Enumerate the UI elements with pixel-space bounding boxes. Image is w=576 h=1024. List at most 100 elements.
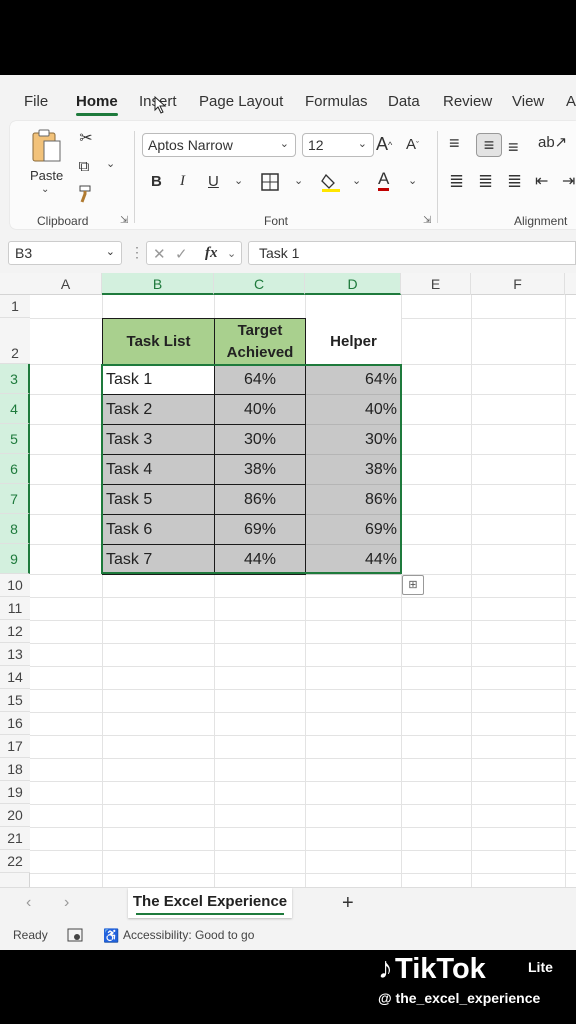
column-header-a[interactable]: A [30,273,102,295]
target-achieved-cell[interactable]: 30% [214,424,306,455]
menu-review[interactable]: Review [443,93,492,110]
align-bottom-icon[interactable]: ≡ [508,137,519,158]
decrease-font-size-button[interactable]: Aˇ [406,136,419,153]
target-achieved-cell[interactable]: 44% [214,544,306,575]
italic-button[interactable]: I [180,173,185,190]
task-name-cell[interactable]: Task 1 [102,364,215,395]
underline-button[interactable]: U [208,173,219,190]
decrease-indent-icon[interactable]: ⇤ [535,171,548,191]
enter-icon[interactable]: ✓ [175,245,188,263]
helper-cell[interactable]: 69% [306,514,401,545]
table-header-task-list[interactable]: Task List [102,318,215,365]
row-header[interactable]: 10 [0,574,30,597]
menu-data[interactable]: Data [388,93,420,110]
row-header[interactable]: 14 [0,666,30,689]
increase-font-size-button[interactable]: A ^ [376,134,392,155]
helper-cell[interactable]: 38% [306,454,401,485]
cut-icon[interactable]: ✂ [76,127,96,149]
row-header[interactable]: 13 [0,643,30,666]
row-header[interactable]: 9 [0,544,30,574]
row-header[interactable]: 4 [0,394,30,424]
target-achieved-cell[interactable]: 40% [214,394,306,425]
row-header[interactable]: 21 [0,827,30,850]
clipboard-launcher-icon[interactable]: ⇲ [120,215,128,226]
formula-input[interactable]: Task 1 [248,241,576,265]
chevron-right-icon[interactable]: › [64,894,69,912]
row-header[interactable]: 3 [0,364,30,394]
target-achieved-cell[interactable]: 64% [214,364,306,395]
status-accessibility[interactable]: Accessibility: Good to go [123,928,254,942]
borders-dropdown-icon[interactable]: ⌄ [294,174,303,187]
align-middle-icon[interactable]: ≡ [476,133,502,157]
row-header[interactable]: 19 [0,781,30,804]
row-header[interactable]: 15 [0,689,30,712]
name-box[interactable]: B3 ⌄ [8,241,122,265]
copy-dropdown-icon[interactable]: ⌄ [106,157,115,170]
task-name-cell[interactable]: Task 3 [102,424,215,455]
align-left-icon[interactable]: ≣ [449,171,464,192]
row-header[interactable]: 6 [0,454,30,484]
underline-dropdown-icon[interactable]: ⌄ [234,174,243,187]
font-launcher-icon[interactable]: ⇲ [423,215,431,226]
target-achieved-cell[interactable]: 38% [214,454,306,485]
menu-page-layout[interactable]: Page Layout [199,93,283,110]
paste-icon[interactable] [30,127,64,163]
menu-file[interactable]: File [24,93,48,110]
row-header[interactable]: 11 [0,597,30,620]
helper-cell[interactable]: 40% [306,394,401,425]
row-header[interactable]: 2 [0,318,30,364]
more-options-icon[interactable]: ⋮ [130,244,144,261]
column-header-f[interactable]: F [471,273,565,295]
column-header-b[interactable]: B [102,273,214,295]
column-header-e[interactable]: E [401,273,471,295]
task-name-cell[interactable]: Task 2 [102,394,215,425]
fill-color-icon[interactable] [320,171,342,193]
format-painter-icon[interactable] [76,184,96,204]
menu-home[interactable]: Home [76,93,118,116]
row-header[interactable]: 8 [0,514,30,544]
accessibility-icon[interactable]: ♿ [103,928,119,944]
add-sheet-button[interactable]: + [342,892,354,915]
paste-dropdown-icon[interactable]: ⌄ [41,184,49,195]
font-color-button[interactable]: A [378,169,390,191]
row-header[interactable]: 16 [0,712,30,735]
bold-button[interactable]: B [151,173,162,190]
chevron-left-icon[interactable]: ‹ [26,894,31,912]
row-header[interactable]: 20 [0,804,30,827]
menu-more[interactable]: A [566,93,576,110]
table-header-target-achieved[interactable]: Target Achieved [214,318,306,365]
column-header-c[interactable]: C [214,273,305,295]
increase-indent-icon[interactable]: ⇥ [562,171,575,191]
row-header[interactable]: 18 [0,758,30,781]
row-header[interactable]: 22 [0,850,30,873]
row-header[interactable]: 1 [0,295,30,318]
menu-formulas[interactable]: Formulas [305,93,368,110]
borders-icon[interactable] [260,172,280,192]
quick-analysis-icon[interactable]: ⊞ [402,575,424,595]
orientation-icon[interactable]: ab↗ [538,133,567,151]
chevron-down-icon[interactable]: ⌄ [227,247,236,260]
fill-color-dropdown-icon[interactable]: ⌄ [352,174,361,187]
task-name-cell[interactable]: Task 6 [102,514,215,545]
font-size-dropdown[interactable]: 12 ⌄ [302,133,374,157]
row-header[interactable]: 5 [0,424,30,454]
cancel-icon[interactable]: ✕ [153,245,166,263]
insert-function-button[interactable]: fx [205,245,218,262]
table-header-helper[interactable]: Helper [306,318,401,365]
task-name-cell[interactable]: Task 7 [102,544,215,575]
font-name-dropdown[interactable]: Aptos Narrow ⌄ [142,133,296,157]
copy-icon[interactable]: ⧉ [74,155,94,177]
helper-cell[interactable]: 86% [306,484,401,515]
row-header[interactable]: 17 [0,735,30,758]
row-header[interactable]: 12 [0,620,30,643]
font-color-dropdown-icon[interactable]: ⌄ [408,174,417,187]
row-header[interactable]: 7 [0,484,30,514]
helper-cell[interactable]: 30% [306,424,401,455]
column-header-d[interactable]: D [305,273,401,295]
task-name-cell[interactable]: Task 4 [102,454,215,485]
target-achieved-cell[interactable]: 69% [214,514,306,545]
align-center-icon[interactable]: ≣ [478,171,493,192]
target-achieved-cell[interactable]: 86% [214,484,306,515]
paste-label[interactable]: Paste [30,168,63,183]
task-name-cell[interactable]: Task 5 [102,484,215,515]
